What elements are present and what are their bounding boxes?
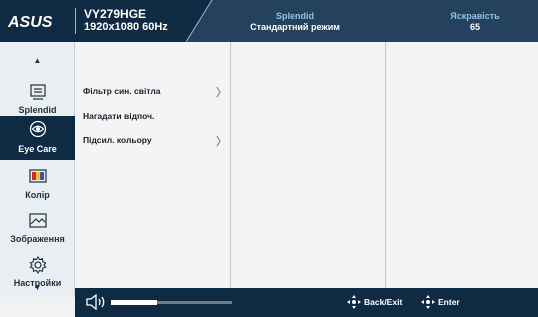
image-icon (29, 213, 47, 228)
brightness-status-value: 65 (469, 22, 480, 32)
nav-item-label: Eye Care (18, 144, 57, 154)
menu-row-rest-reminder[interactable]: Нагадати відпоч. (76, 105, 230, 127)
chevron-right-icon: 〉 (216, 136, 227, 148)
joystick-press-icon (421, 295, 435, 309)
model-name: VY279HGE (84, 7, 147, 21)
nav-item-eye-care[interactable]: Eye Care (0, 116, 75, 160)
brightness-status: Яскравість 65 (420, 11, 530, 33)
menu-row-color-boost[interactable]: Підсил. кольору 〉 (76, 129, 230, 151)
submenu-column: Фільтр син. світла 〉 Нагадати відпоч. Пі… (76, 42, 231, 288)
settings-icon (29, 256, 47, 274)
nav-item-label: Зображення (10, 234, 65, 244)
footer-bar: Back/Exit Enter (75, 288, 538, 317)
splendid-status-value: Стандартний режим (250, 22, 340, 32)
nav-item-label: Splendid (18, 105, 57, 115)
splendid-icon (30, 84, 46, 100)
enter-hint: Enter (438, 297, 460, 307)
nav-item-color[interactable]: Колір (0, 164, 75, 208)
menu-row-label: Нагадати відпоч. (83, 111, 155, 121)
splendid-status-label: Splendid (276, 11, 314, 21)
back-exit-hint: Back/Exit (364, 297, 403, 307)
chevron-right-icon: 〉 (216, 87, 227, 99)
menu-row-label: Фільтр син. світла (83, 86, 161, 96)
volume-icon (86, 294, 105, 310)
option-column (232, 42, 386, 288)
color-icon (29, 169, 47, 183)
brightness-status-label: Яскравість (450, 11, 500, 21)
menu-row-label: Підсил. кольору (83, 135, 152, 145)
nav-item-label: Колір (25, 190, 50, 200)
resolution-info: 1920x1080 60Hz (84, 21, 168, 33)
osd-window: ASUS VY279HGE 1920x1080 60Hz Splendid Ст… (0, 0, 538, 317)
joystick-icon (347, 295, 361, 309)
splendid-status: Splendid Стандартний режим (230, 11, 360, 33)
asus-logo: ASUS (8, 14, 53, 31)
scroll-down-icon[interactable]: ▼ (0, 283, 75, 292)
volume-slider-fill (111, 300, 157, 305)
menu-row-blue-light-filter[interactable]: Фільтр син. світла 〉 (76, 80, 230, 102)
header-bar: ASUS VY279HGE 1920x1080 60Hz Splendid Ст… (0, 0, 538, 42)
nav-item-image[interactable]: Зображення (0, 208, 75, 252)
main-menu-sidebar: ▲ Splendid Eye Care Колір Зображення Нас… (0, 42, 75, 297)
scroll-up-icon[interactable]: ▲ (0, 56, 75, 65)
svg-text:ASUS: ASUS (8, 14, 53, 31)
eye-care-icon (29, 120, 47, 138)
value-column (387, 42, 538, 288)
header-divider (75, 8, 76, 34)
